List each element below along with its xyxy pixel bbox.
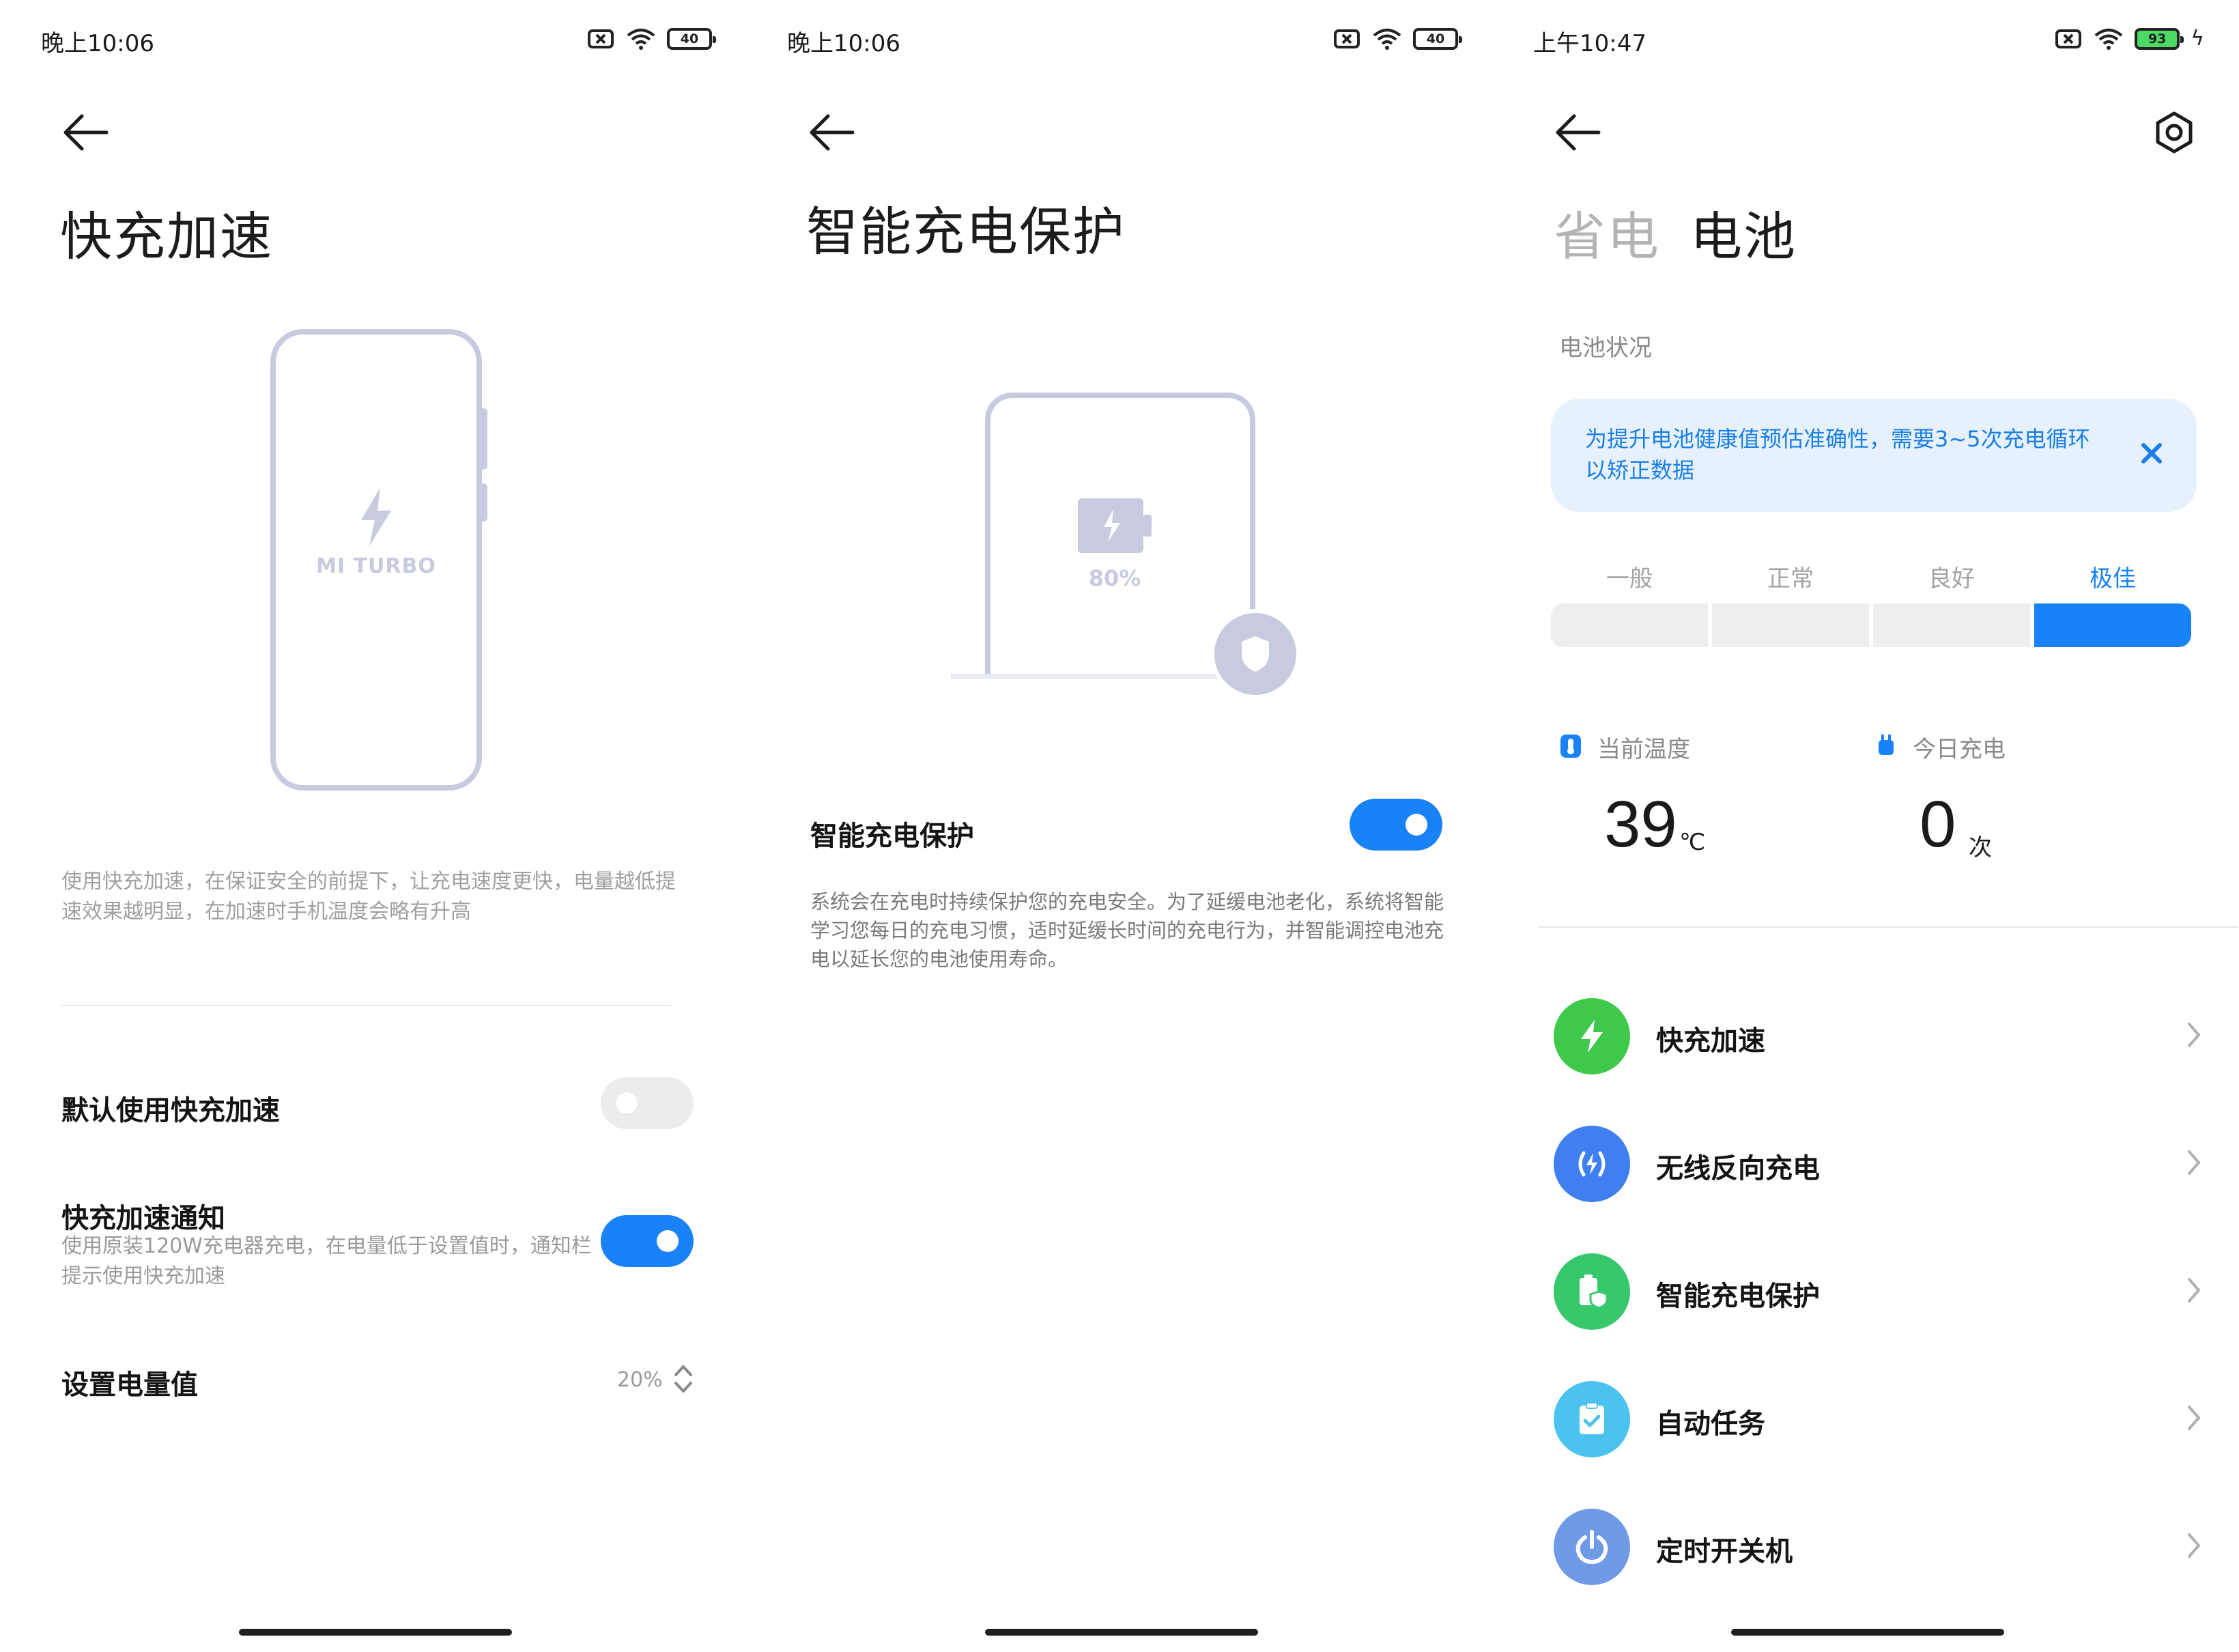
default-fast-charge-toggle[interactable] bbox=[601, 1077, 694, 1129]
illustration-percent: 80% bbox=[1088, 565, 1141, 591]
health-level-label: 正常 bbox=[1767, 565, 1814, 593]
back-button[interactable] bbox=[60, 111, 115, 154]
settings-gear-icon[interactable] bbox=[2151, 109, 2197, 156]
sim-off-icon bbox=[1334, 29, 1360, 48]
page-title: 智能充电保护 bbox=[806, 201, 1126, 262]
plug-icon bbox=[1879, 735, 1894, 755]
health-bar-segment-active bbox=[2034, 603, 2191, 647]
divider bbox=[1539, 926, 2238, 928]
health-bar-segment bbox=[1712, 603, 1869, 647]
battery-screen: 上午10:47 93 ϟ 省电 电池 电池状况 为提升电池健康值预估准确性，需要… bbox=[1492, 0, 2238, 1652]
illustration-label: MI TURBO bbox=[316, 554, 436, 578]
toggle-knob bbox=[1406, 814, 1427, 836]
smart-charge-protection-screen: 晚上10:06 40 智能充电保护 80% 智能充电保护 系统会在充电时持续保护… bbox=[746, 0, 1492, 1652]
thermometer-icon bbox=[1560, 735, 1581, 758]
charge-count-unit: 次 bbox=[1969, 834, 1992, 861]
smart-protection-description: 系统会在充电时持续保护您的充电安全。为了延缓电池老化，系统将智能学习您每日的充电… bbox=[810, 890, 1444, 971]
battery-icon: 93 bbox=[2135, 28, 2184, 50]
menu-item-auto-tasks[interactable]: 自动任务 bbox=[1492, 1365, 2238, 1474]
status-bar: 晚上10:06 40 bbox=[746, 0, 1492, 82]
chevron-right-icon bbox=[2188, 1023, 2200, 1047]
bolt-icon bbox=[1554, 998, 1630, 1074]
home-indicator[interactable] bbox=[985, 1629, 1258, 1636]
fast-charge-notify-toggle[interactable] bbox=[601, 1215, 694, 1267]
battery-shield-icon bbox=[1554, 1253, 1630, 1330]
menu-item-label: 自动任务 bbox=[1656, 1408, 1765, 1440]
charge-count-value: 0 bbox=[1920, 788, 1956, 861]
stepper-updown-icon[interactable] bbox=[672, 1361, 695, 1397]
menu-item-label: 无线反向充电 bbox=[1656, 1153, 1820, 1184]
smart-protection-toggle[interactable] bbox=[1350, 799, 1442, 851]
status-bar: 上午10:47 93 ϟ bbox=[1492, 0, 2238, 82]
chevron-right-icon bbox=[2188, 1150, 2200, 1175]
health-bar-segment bbox=[1873, 603, 2030, 647]
banner-text: 为提升电池健康值预估准确性，需要3~5次充电循环以矫正数据 bbox=[1585, 426, 2090, 483]
phone-side-button bbox=[479, 483, 487, 522]
menu-item-label: 智能充电保护 bbox=[1656, 1281, 1820, 1312]
wifi-icon bbox=[627, 29, 655, 50]
menu-item-reverse-wireless[interactable]: 无线反向充电 bbox=[1492, 1109, 2238, 1219]
divider bbox=[61, 1005, 671, 1006]
close-icon[interactable] bbox=[2138, 440, 2165, 467]
calibration-banner: 为提升电池健康值预估准确性，需要3~5次充电循环以矫正数据 bbox=[1551, 399, 2197, 512]
temperature-value: 39 bbox=[1604, 788, 1677, 861]
shield-icon bbox=[1242, 636, 1269, 672]
battery-status-heading: 电池状况 bbox=[1559, 334, 1652, 362]
default-fast-charge-label: 默认使用快充加速 bbox=[61, 1095, 280, 1126]
status-icons: 93 ϟ bbox=[2055, 27, 2204, 51]
chevron-right-icon bbox=[2188, 1533, 2200, 1558]
phone-side-button bbox=[479, 408, 487, 470]
tab-power-saving[interactable]: 省电 bbox=[1554, 195, 1660, 270]
chevron-right-icon bbox=[2188, 1278, 2200, 1302]
status-icons: 40 bbox=[588, 27, 716, 51]
status-time: 上午10:47 bbox=[1533, 30, 1646, 57]
threshold-label: 设置电量值 bbox=[61, 1369, 198, 1401]
toggle-knob bbox=[657, 1230, 679, 1252]
temperature-label: 当前温度 bbox=[1597, 736, 1690, 763]
home-indicator[interactable] bbox=[1731, 1629, 2004, 1636]
status-time: 晚上10:06 bbox=[787, 30, 900, 57]
fast-charge-notify-label: 快充加速通知 bbox=[61, 1203, 225, 1234]
menu-item-fast-charge[interactable]: 快充加速 bbox=[1492, 982, 2238, 1091]
clipboard-check-icon bbox=[1554, 1381, 1630, 1457]
page-title: 快充加速 bbox=[60, 206, 273, 267]
status-time: 晚上10:06 bbox=[41, 30, 154, 57]
health-level-label: 良好 bbox=[1928, 565, 1975, 593]
tab-battery[interactable]: 电池 bbox=[1690, 195, 1797, 270]
health-bar-segment bbox=[1551, 603, 1708, 647]
health-level-label: 一般 bbox=[1606, 565, 1653, 593]
fast-charge-screen: 晚上10:06 40 快充加速 MI TURBO 使用快充加速，在保证安全的前提… bbox=[0, 0, 746, 1652]
sim-off-icon bbox=[2055, 29, 2082, 48]
back-button[interactable] bbox=[1552, 111, 1607, 154]
wifi-icon bbox=[2094, 29, 2123, 50]
charge-count-label: 今日充电 bbox=[1913, 736, 2006, 763]
health-level-label-active: 极佳 bbox=[2090, 565, 2136, 593]
battery-icon: 40 bbox=[1413, 28, 1462, 50]
status-icons: 40 bbox=[1334, 27, 1462, 51]
battery-icon: 40 bbox=[667, 28, 716, 50]
bolt-icon bbox=[361, 487, 391, 546]
smart-protection-label: 智能充电保护 bbox=[810, 821, 974, 852]
menu-item-scheduled-power[interactable]: 定时开关机 bbox=[1492, 1492, 2238, 1601]
back-button[interactable] bbox=[806, 111, 861, 154]
menu-item-label: 快充加速 bbox=[1656, 1025, 1765, 1057]
feature-description: 使用快充加速，在保证安全的前提下，让充电速度更快，电量越低提速效果越明显，在加速… bbox=[61, 870, 676, 924]
power-icon bbox=[1554, 1509, 1630, 1585]
home-indicator[interactable] bbox=[239, 1629, 512, 1636]
wifi-icon bbox=[1373, 29, 1401, 50]
threshold-value[interactable]: 20% bbox=[617, 1368, 663, 1392]
toggle-knob bbox=[616, 1092, 638, 1114]
charging-bolt-icon: ϟ bbox=[2191, 27, 2204, 51]
status-bar: 晚上10:06 40 bbox=[0, 0, 746, 82]
shield-badge bbox=[1210, 609, 1300, 699]
menu-item-smart-protection[interactable]: 智能充电保护 bbox=[1492, 1237, 2238, 1346]
menu-item-label: 定时开关机 bbox=[1656, 1536, 1793, 1567]
temperature-unit: ℃ bbox=[1679, 829, 1706, 856]
sim-off-icon bbox=[588, 29, 614, 48]
charging-battery-icon bbox=[1078, 498, 1152, 553]
chevron-right-icon bbox=[2188, 1406, 2200, 1430]
wireless-charge-icon bbox=[1554, 1126, 1630, 1202]
fast-charge-notify-description: 使用原装120W充电器充电，在电量低于设置值时，通知栏提示使用快充加速 bbox=[61, 1234, 592, 1288]
